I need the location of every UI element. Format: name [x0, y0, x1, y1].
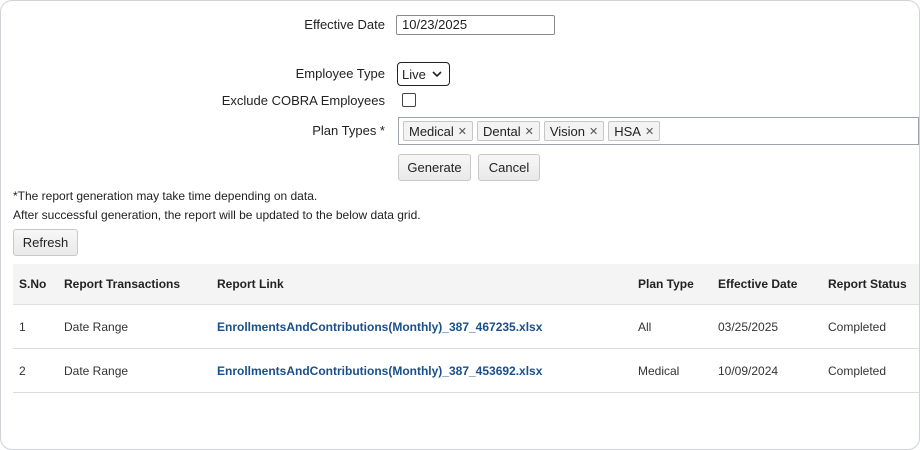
plan-tag-label: Dental — [483, 123, 521, 139]
plan-tag-hsa[interactable]: HSA ✕ — [608, 121, 661, 141]
plan-tag-label: Medical — [409, 123, 454, 139]
effective-date-input[interactable]: 10/23/2025 — [396, 15, 555, 35]
cell-sno: 1 — [13, 304, 58, 349]
refresh-button[interactable]: Refresh — [13, 229, 78, 256]
plan-tag-medical[interactable]: Medical ✕ — [403, 121, 474, 141]
report-grid: S.No Report Transactions Report Link Pla… — [13, 264, 919, 393]
cell-transactions: Date Range — [58, 348, 211, 393]
note-line-2: After successful generation, the report … — [13, 208, 421, 222]
employee-type-label: Employee Type — [295, 66, 385, 81]
plan-tag-label: HSA — [614, 123, 641, 139]
column-header-report-link: Report Link — [211, 264, 632, 305]
cell-effective-date: 03/25/2025 — [712, 304, 822, 349]
cell-report-link: EnrollmentsAndContributions(Monthly)_387… — [211, 348, 632, 393]
cell-plan-type: All — [632, 304, 712, 349]
cell-sno: 2 — [13, 348, 58, 393]
report-panel: Effective Date 10/23/2025 Employee Type … — [0, 0, 920, 450]
effective-date-label: Effective Date — [304, 17, 385, 32]
note-line-1: *The report generation may take time dep… — [13, 189, 318, 203]
grid-header-row: S.No Report Transactions Report Link Pla… — [13, 264, 919, 305]
table-row: 1 Date Range EnrollmentsAndContributions… — [13, 304, 919, 349]
column-header-transactions: Report Transactions — [58, 264, 211, 305]
column-header-sno: S.No — [13, 264, 58, 305]
remove-tag-icon[interactable]: ✕ — [589, 125, 598, 138]
column-header-report-status: Report Status — [822, 264, 919, 305]
exclude-cobra-label: Exclude COBRA Employees — [221, 93, 385, 108]
remove-tag-icon[interactable]: ✕ — [458, 125, 467, 138]
employee-type-select[interactable]: Live — [397, 62, 450, 86]
plan-tag-label: Vision — [549, 123, 585, 139]
column-header-effective-date: Effective Date — [712, 264, 822, 305]
cell-transactions: Date Range — [58, 304, 211, 349]
remove-tag-icon[interactable]: ✕ — [645, 125, 654, 138]
remove-tag-icon[interactable]: ✕ — [525, 125, 534, 138]
exclude-cobra-checkbox[interactable] — [402, 93, 416, 107]
plan-tag-vision[interactable]: Vision ✕ — [543, 121, 605, 141]
cell-status: Completed — [822, 304, 919, 349]
cell-report-link: EnrollmentsAndContributions(Monthly)_387… — [211, 304, 632, 349]
cell-effective-date: 10/09/2024 — [712, 348, 822, 393]
cancel-button[interactable]: Cancel — [478, 154, 540, 181]
employee-type-value: Live — [402, 66, 426, 82]
chevron-down-icon — [432, 71, 442, 78]
plan-types-label: Plan Types * — [312, 123, 385, 138]
cell-plan-type: Medical — [632, 348, 712, 393]
table-row: 2 Date Range EnrollmentsAndContributions… — [13, 348, 919, 393]
report-link[interactable]: EnrollmentsAndContributions(Monthly)_387… — [217, 320, 542, 334]
plan-tag-dental[interactable]: Dental ✕ — [477, 121, 540, 141]
column-header-plan-type: Plan Type — [632, 264, 712, 305]
generate-button[interactable]: Generate — [398, 154, 471, 181]
cell-status: Completed — [822, 348, 919, 393]
report-link[interactable]: EnrollmentsAndContributions(Monthly)_387… — [217, 364, 542, 378]
plan-types-multiselect[interactable]: Medical ✕ Dental ✕ Vision ✕ HSA ✕ — [398, 117, 919, 145]
